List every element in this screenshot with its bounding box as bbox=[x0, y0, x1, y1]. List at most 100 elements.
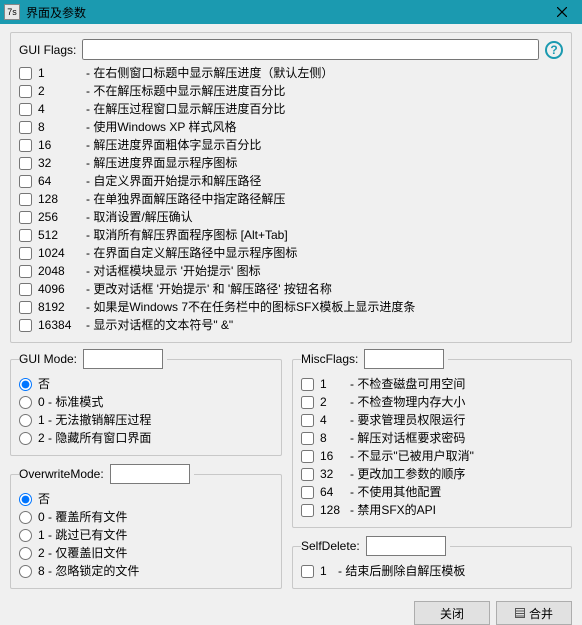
gui-flags-checkbox[interactable] bbox=[19, 157, 32, 170]
gui-mode-label-text: 0 - 标准模式 bbox=[38, 393, 103, 411]
overwrite-mode-item[interactable]: 否 bbox=[19, 490, 273, 508]
misc-flags-checkbox[interactable] bbox=[301, 414, 314, 427]
misc-flags-item[interactable]: 128- 禁用SFX的API bbox=[301, 501, 563, 519]
overwrite-mode-label-text: 2 - 仅覆盖旧文件 bbox=[38, 544, 127, 562]
misc-flags-checkbox[interactable] bbox=[301, 486, 314, 499]
gui-mode-item[interactable]: 2 - 隐藏所有窗口界面 bbox=[19, 429, 273, 447]
gui-flags-checkbox[interactable] bbox=[19, 67, 32, 80]
self-delete-item[interactable]: 1 - 结束后删除自解压模板 bbox=[301, 562, 563, 580]
gui-flags-checkbox[interactable] bbox=[19, 139, 32, 152]
misc-flags-item[interactable]: 4- 要求管理员权限运行 bbox=[301, 411, 563, 429]
gui-mode-radio[interactable] bbox=[19, 414, 32, 427]
gui-flags-item[interactable]: 128- 在单独界面解压路径中指定路径解压 bbox=[19, 190, 563, 208]
gui-flags-checkbox[interactable] bbox=[19, 175, 32, 188]
overwrite-mode-radio[interactable] bbox=[19, 547, 32, 560]
gui-mode-radio[interactable] bbox=[19, 432, 32, 445]
misc-flags-checkbox[interactable] bbox=[301, 432, 314, 445]
gui-mode-radio[interactable] bbox=[19, 396, 32, 409]
misc-flags-group: MiscFlags: 1- 不检查磁盘可用空间2- 不检查物理内存大小4- 要求… bbox=[292, 349, 572, 528]
misc-flags-item[interactable]: 2- 不检查物理内存大小 bbox=[301, 393, 563, 411]
misc-flags-item[interactable]: 1- 不检查磁盘可用空间 bbox=[301, 375, 563, 393]
overwrite-mode-item[interactable]: 8 - 忽略锁定的文件 bbox=[19, 562, 273, 580]
gui-flags-checkbox[interactable] bbox=[19, 301, 32, 314]
gui-flags-checkbox[interactable] bbox=[19, 85, 32, 98]
gui-flags-desc: - 在界面自定义解压路径中显示程序图标 bbox=[86, 244, 297, 262]
misc-flags-checkbox[interactable] bbox=[301, 468, 314, 481]
misc-flags-item[interactable]: 8- 解压对话框要求密码 bbox=[301, 429, 563, 447]
gui-mode-item[interactable]: 否 bbox=[19, 375, 273, 393]
app-icon: 7s bbox=[4, 4, 20, 20]
misc-flags-num: 64 bbox=[320, 483, 346, 501]
gui-flags-desc: - 自定义界面开始提示和解压路径 bbox=[86, 172, 261, 190]
gui-flags-input[interactable] bbox=[82, 39, 539, 60]
gui-flags-item[interactable]: 8- 使用Windows XP 样式风格 bbox=[19, 118, 563, 136]
overwrite-mode-item[interactable]: 1 - 跳过已有文件 bbox=[19, 526, 273, 544]
gui-flags-desc: - 解压进度界面粗体字显示百分比 bbox=[86, 136, 261, 154]
gui-flags-item[interactable]: 16384- 显示对话框的文本符号" &" bbox=[19, 316, 563, 334]
close-button[interactable]: 关闭 bbox=[414, 601, 490, 625]
gui-flags-item[interactable]: 256- 取消设置/解压确认 bbox=[19, 208, 563, 226]
misc-flags-num: 8 bbox=[320, 429, 346, 447]
misc-flags-item[interactable]: 32- 更改加工参数的顺序 bbox=[301, 465, 563, 483]
misc-flags-checkbox[interactable] bbox=[301, 450, 314, 463]
gui-mode-radio[interactable] bbox=[19, 378, 32, 391]
gui-flags-num: 64 bbox=[38, 172, 82, 190]
misc-flags-num: 2 bbox=[320, 393, 346, 411]
gui-flags-item[interactable]: 4096- 更改对话框 '开始提示' 和 '解压路径' 按钮名称 bbox=[19, 280, 563, 298]
misc-flags-desc: - 不显示"已被用户取消" bbox=[350, 447, 474, 465]
misc-flags-label: MiscFlags: bbox=[301, 352, 358, 366]
gui-mode-group: GUI Mode: 否0 - 标准模式1 - 无法撤销解压过程2 - 隐藏所有窗… bbox=[10, 349, 282, 456]
gui-flags-desc: - 解压进度界面显示程序图标 bbox=[86, 154, 237, 172]
gui-flags-num: 8192 bbox=[38, 298, 82, 316]
overwrite-mode-label-text: 8 - 忽略锁定的文件 bbox=[38, 562, 139, 580]
gui-flags-item[interactable]: 1024- 在界面自定义解压路径中显示程序图标 bbox=[19, 244, 563, 262]
gui-mode-label-text: 否 bbox=[38, 375, 50, 393]
overwrite-mode-radio[interactable] bbox=[19, 493, 32, 506]
gui-flags-item[interactable]: 2- 不在解压标题中显示解压进度百分比 bbox=[19, 82, 563, 100]
misc-flags-num: 4 bbox=[320, 411, 346, 429]
gui-flags-checkbox[interactable] bbox=[19, 103, 32, 116]
help-icon[interactable]: ? bbox=[545, 41, 563, 59]
gui-flags-checkbox[interactable] bbox=[19, 193, 32, 206]
misc-flags-checkbox[interactable] bbox=[301, 396, 314, 409]
merge-button[interactable]: 合并 bbox=[496, 601, 572, 625]
gui-flags-item[interactable]: 512- 取消所有解压界面程序图标 [Alt+Tab] bbox=[19, 226, 563, 244]
overwrite-mode-input[interactable] bbox=[110, 464, 190, 484]
gui-flags-desc: - 在单独界面解压路径中指定路径解压 bbox=[86, 190, 285, 208]
self-delete-checkbox[interactable] bbox=[301, 565, 314, 578]
gui-flags-checkbox[interactable] bbox=[19, 121, 32, 134]
overwrite-mode-radio[interactable] bbox=[19, 529, 32, 542]
overwrite-mode-radio[interactable] bbox=[19, 565, 32, 578]
misc-flags-input[interactable] bbox=[364, 349, 444, 369]
overwrite-mode-item[interactable]: 2 - 仅覆盖旧文件 bbox=[19, 544, 273, 562]
gui-flags-desc: - 显示对话框的文本符号" &" bbox=[86, 316, 233, 334]
gui-flags-num: 8 bbox=[38, 118, 82, 136]
gui-mode-input[interactable] bbox=[83, 349, 163, 369]
misc-flags-item[interactable]: 16- 不显示"已被用户取消" bbox=[301, 447, 563, 465]
gui-flags-num: 1024 bbox=[38, 244, 82, 262]
gui-flags-item[interactable]: 8192- 如果是Windows 7不在任务栏中的图标SFX模板上显示进度条 bbox=[19, 298, 563, 316]
overwrite-mode-radio[interactable] bbox=[19, 511, 32, 524]
gui-flags-checkbox[interactable] bbox=[19, 283, 32, 296]
gui-flags-item[interactable]: 32- 解压进度界面显示程序图标 bbox=[19, 154, 563, 172]
gui-flags-item[interactable]: 16- 解压进度界面粗体字显示百分比 bbox=[19, 136, 563, 154]
gui-mode-item[interactable]: 0 - 标准模式 bbox=[19, 393, 273, 411]
gui-flags-checkbox[interactable] bbox=[19, 229, 32, 242]
gui-flags-item[interactable]: 64- 自定义界面开始提示和解压路径 bbox=[19, 172, 563, 190]
gui-flags-item[interactable]: 4- 在解压过程窗口显示解压进度百分比 bbox=[19, 100, 563, 118]
gui-flags-checkbox[interactable] bbox=[19, 247, 32, 260]
gui-flags-item[interactable]: 2048- 对话框模块显示 '开始提示' 图标 bbox=[19, 262, 563, 280]
gui-flags-checkbox[interactable] bbox=[19, 211, 32, 224]
gui-flags-checkbox[interactable] bbox=[19, 319, 32, 332]
misc-flags-desc: - 更改加工参数的顺序 bbox=[350, 465, 465, 483]
misc-flags-num: 16 bbox=[320, 447, 346, 465]
overwrite-mode-item[interactable]: 0 - 覆盖所有文件 bbox=[19, 508, 273, 526]
misc-flags-checkbox[interactable] bbox=[301, 378, 314, 391]
gui-flags-item[interactable]: 1- 在右侧窗口标题中显示解压进度（默认左侧） bbox=[19, 64, 563, 82]
gui-mode-item[interactable]: 1 - 无法撤销解压过程 bbox=[19, 411, 273, 429]
misc-flags-checkbox[interactable] bbox=[301, 504, 314, 517]
gui-flags-checkbox[interactable] bbox=[19, 265, 32, 278]
self-delete-input[interactable] bbox=[366, 536, 446, 556]
misc-flags-item[interactable]: 64- 不使用其他配置 bbox=[301, 483, 563, 501]
close-icon[interactable] bbox=[542, 0, 582, 24]
